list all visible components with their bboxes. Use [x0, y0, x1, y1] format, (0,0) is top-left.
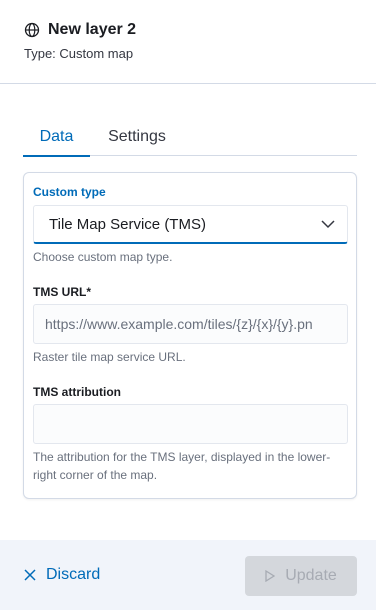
- update-button[interactable]: Update: [245, 556, 357, 596]
- layer-type-subtitle: Type: Custom map: [24, 46, 134, 61]
- tms-attribution-label: TMS attribution: [33, 385, 121, 399]
- tms-url-help: Raster tile map service URL.: [33, 350, 186, 364]
- tab-settings[interactable]: Settings: [90, 118, 184, 156]
- play-icon: [265, 570, 276, 582]
- page-title: New layer 2: [48, 21, 137, 38]
- custom-type-label: Custom type: [33, 185, 106, 199]
- flyout-footer: Discard Update: [0, 540, 376, 610]
- tms-attribution-input[interactable]: [33, 404, 348, 444]
- required-mark: *: [86, 285, 91, 299]
- custom-type-help: Choose custom map type.: [33, 250, 173, 264]
- tab-data[interactable]: Data: [23, 118, 90, 157]
- custom-type-value: Tile Map Service (TMS): [49, 215, 206, 233]
- tms-url-input[interactable]: https://www.example.com/tiles/{z}/{x}/{y…: [33, 304, 348, 344]
- discard-label: Discard: [46, 566, 101, 583]
- discard-button[interactable]: Discard: [24, 566, 100, 584]
- tms-url-label: TMS URL*: [33, 285, 91, 299]
- globe-icon: [24, 22, 40, 38]
- title-row: New layer 2: [24, 21, 136, 39]
- form-panel: Custom type Tile Map Service (TMS) Choos…: [23, 172, 357, 499]
- close-icon: [24, 569, 36, 581]
- update-label: Update: [285, 567, 337, 584]
- chevron-down-icon: [321, 220, 335, 229]
- flyout-header: New layer 2 Type: Custom map: [0, 0, 376, 84]
- tms-attribution-help: The attribution for the TMS layer, displ…: [33, 450, 331, 482]
- tms-url-placeholder: https://www.example.com/tiles/{z}/{x}/{y…: [45, 316, 313, 332]
- tab-bar: Data Settings: [23, 118, 357, 157]
- custom-type-select[interactable]: Tile Map Service (TMS): [33, 205, 348, 244]
